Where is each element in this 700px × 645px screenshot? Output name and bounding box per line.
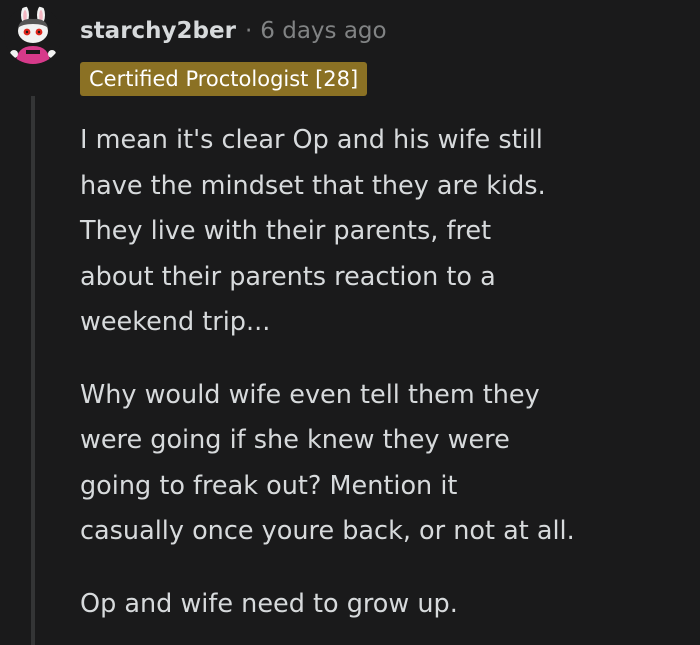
timestamp: 6 days ago [260, 18, 387, 44]
comment-paragraph: I mean it's clear Op and his wife still … [80, 118, 680, 346]
text-line: They live with their parents, fret [80, 216, 492, 246]
text-line: have the mindset that they are kids. [80, 170, 546, 201]
text-line: casually once youre back, or not at all. [80, 516, 575, 546]
text-line: were going if she knew they were [80, 425, 510, 455]
text-line: Op and wife need to grow up. [80, 588, 458, 619]
thread-collapse-line[interactable] [31, 96, 35, 645]
comment: starchy2ber · 6 days ago Certified Proct… [0, 0, 700, 645]
comment-body: I mean it's clear Op and his wife still … [80, 118, 680, 645]
user-avatar-icon[interactable] [4, 6, 62, 64]
user-flair-badge: Certified Proctologist [28] [80, 62, 368, 96]
comment-header: starchy2ber · 6 days ago [80, 18, 387, 44]
text-line: about their parents reaction to a [80, 261, 496, 292]
meta-separator: · [244, 18, 253, 44]
text-line: Why would wife even tell them they [80, 379, 540, 410]
text-line: going to freak out? Mention it [80, 470, 458, 501]
comment-paragraph: Op and wife need to grow up. [80, 582, 680, 628]
comment-paragraph: Why would wife even tell them they were … [80, 373, 680, 555]
username-link[interactable]: starchy2ber [80, 18, 236, 44]
text-line: I mean it's clear Op and his wife still [80, 125, 543, 155]
text-line: weekend trip... [80, 307, 271, 337]
